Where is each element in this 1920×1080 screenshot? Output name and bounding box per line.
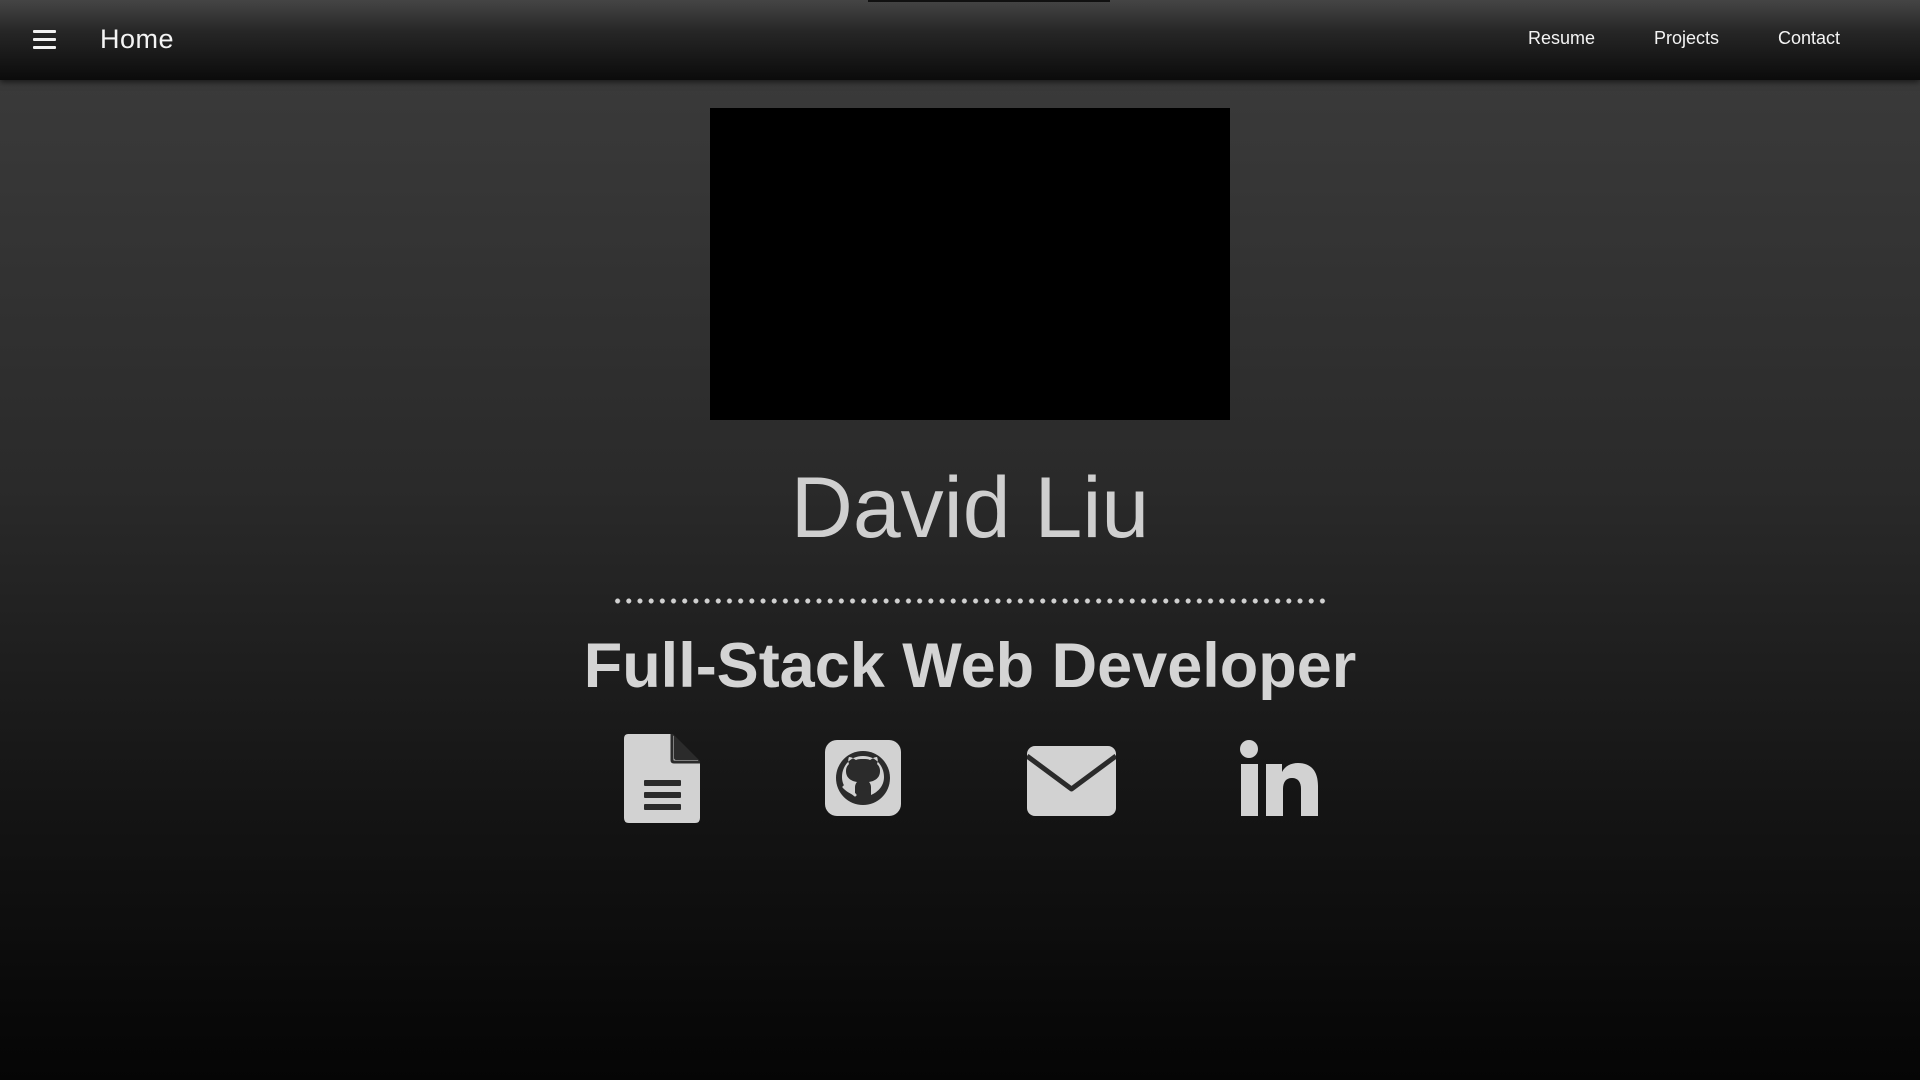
dotted-divider [612, 598, 1328, 604]
nav-link-projects[interactable]: Projects [1654, 28, 1719, 49]
nav-home-link[interactable]: Home [100, 24, 174, 55]
linkedin-icon[interactable] [1240, 740, 1318, 816]
hero-name: David Liu [790, 460, 1150, 556]
hamburger-menu-icon[interactable] [30, 28, 60, 52]
nav-link-contact[interactable]: Contact [1778, 28, 1840, 49]
hero-image [710, 108, 1230, 420]
nav-link-resume[interactable]: Resume [1528, 28, 1595, 49]
top-accent-bar [868, 0, 1110, 2]
hero-title: Full-Stack Web Developer [583, 631, 1357, 701]
top-navbar: Home Resume Projects Contact [0, 0, 1920, 80]
github-icon[interactable] [825, 740, 901, 816]
document-icon[interactable] [624, 734, 700, 823]
page: Home Resume Projects Contact David Liu F… [0, 0, 1920, 1080]
email-icon[interactable] [1027, 746, 1116, 816]
